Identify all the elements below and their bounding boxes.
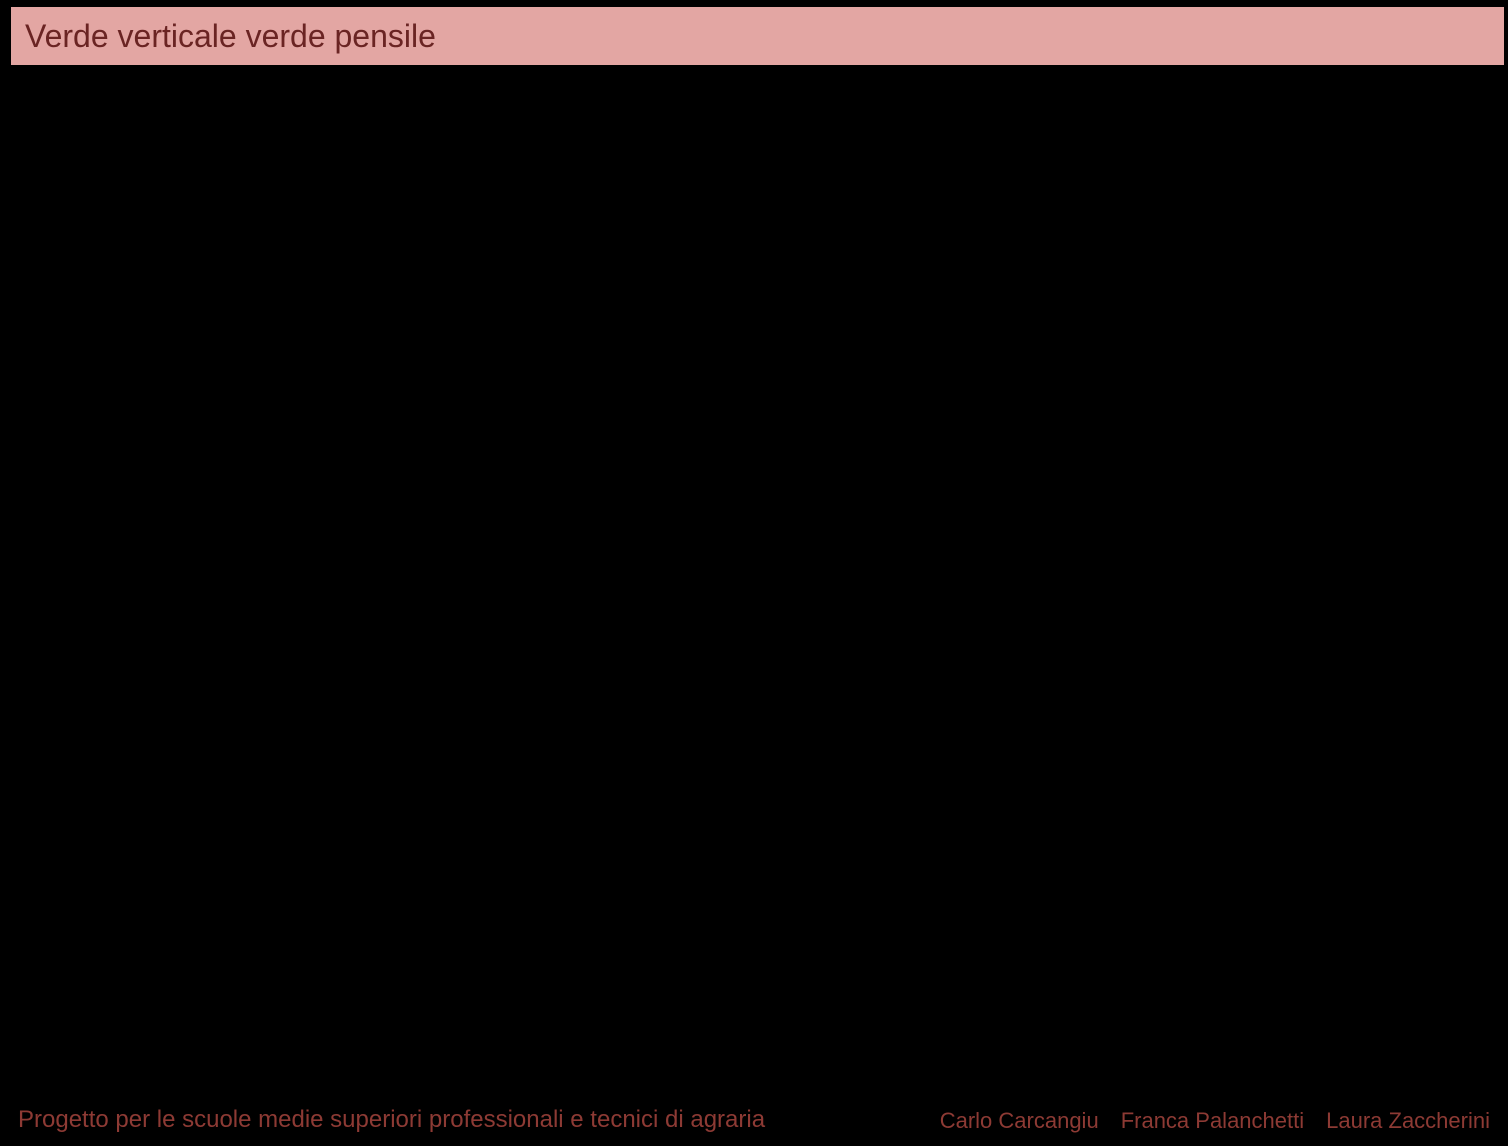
title-bar: Verde verticale verde pensile xyxy=(11,7,1504,65)
author-name: Carlo Carcangiu xyxy=(940,1108,1099,1134)
slide-footer: Progetto per le scuole medie superiori p… xyxy=(0,1106,1508,1134)
footer-authors: Carlo Carcangiu Franca Palanchetti Laura… xyxy=(940,1108,1490,1134)
slide-title: Verde verticale verde pensile xyxy=(25,18,436,55)
slide-container: Verde verticale verde pensile Progetto p… xyxy=(0,0,1508,1146)
author-name: Franca Palanchetti xyxy=(1121,1108,1304,1134)
top-accent-bar xyxy=(11,0,721,7)
footer-project-description: Progetto per le scuole medie superiori p… xyxy=(18,1106,765,1134)
author-name: Laura Zaccherini xyxy=(1326,1108,1490,1134)
